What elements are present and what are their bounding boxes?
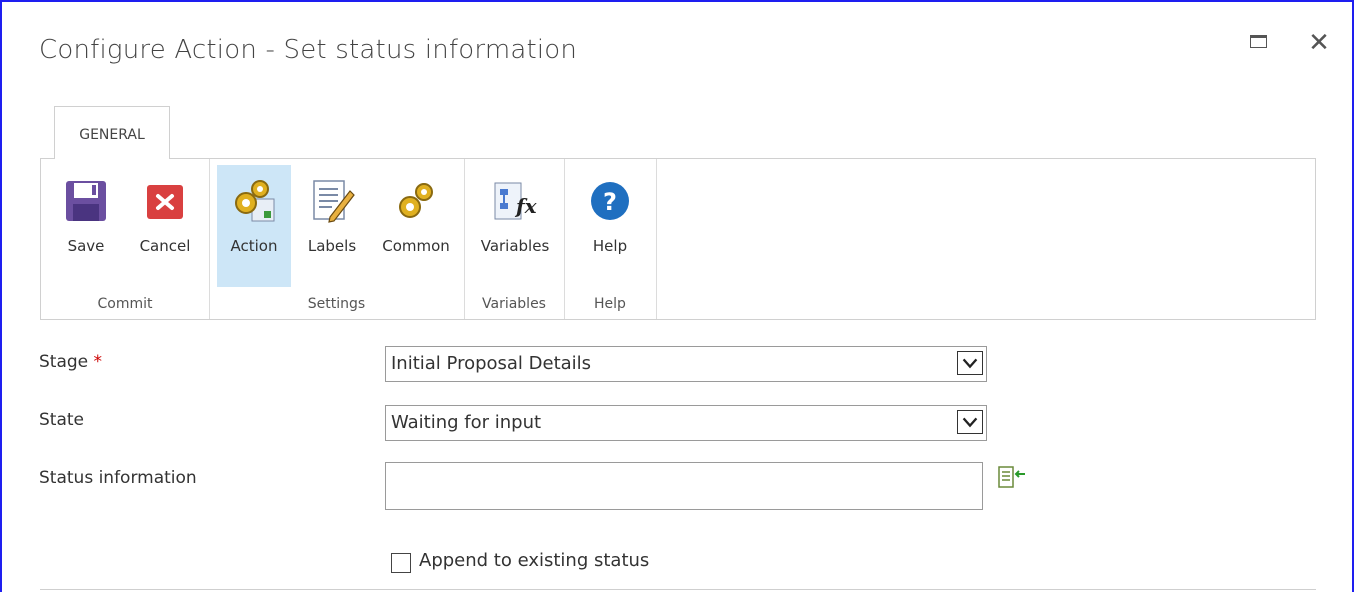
state-value: Waiting for input bbox=[391, 412, 542, 433]
save-button[interactable]: Save bbox=[53, 165, 119, 287]
status-information-input[interactable] bbox=[385, 462, 983, 510]
cancel-icon bbox=[147, 185, 183, 219]
status-information-label: Status information bbox=[39, 468, 197, 488]
action-label: Action bbox=[230, 237, 278, 255]
append-checkbox[interactable] bbox=[391, 553, 411, 573]
labels-button[interactable]: Labels bbox=[297, 165, 367, 287]
group-label-help: Help bbox=[594, 296, 626, 312]
action-button[interactable]: Action bbox=[217, 165, 291, 287]
state-select[interactable]: Waiting for input bbox=[385, 405, 987, 441]
ribbon-group-variables: fx Variables Variables bbox=[464, 159, 565, 319]
maximize-button[interactable] bbox=[1246, 30, 1272, 56]
ribbon-group-settings: Action Labels Common Settings bbox=[209, 159, 465, 319]
common-gears-icon bbox=[399, 183, 433, 218]
tab-general[interactable]: GENERAL bbox=[54, 106, 170, 159]
chevron-down-icon bbox=[957, 351, 983, 375]
variables-fx-icon: fx bbox=[494, 182, 538, 220]
close-icon: ✕ bbox=[1308, 28, 1330, 58]
save-label: Save bbox=[67, 237, 105, 255]
ribbon-group-help: ? Help Help bbox=[564, 159, 657, 319]
group-label-variables: Variables bbox=[482, 296, 546, 312]
help-icon: ? bbox=[591, 182, 629, 220]
required-mark: * bbox=[93, 352, 103, 372]
insert-reference-icon[interactable] bbox=[998, 466, 1026, 490]
state-label: State bbox=[39, 410, 84, 430]
action-gears-icon bbox=[235, 180, 275, 222]
help-label: Help bbox=[592, 237, 628, 255]
stage-value: Initial Proposal Details bbox=[391, 353, 592, 374]
ribbon-group-commit: Save Cancel Commit bbox=[41, 159, 210, 319]
chevron-down-icon bbox=[957, 410, 983, 434]
append-label[interactable]: Append to existing status bbox=[419, 550, 649, 571]
divider bbox=[40, 589, 1316, 590]
cancel-button[interactable]: Cancel bbox=[129, 165, 201, 287]
close-button[interactable]: ✕ bbox=[1306, 30, 1332, 56]
stage-label: Stage * bbox=[39, 352, 103, 372]
labels-pencil-icon bbox=[313, 180, 355, 223]
group-label-settings: Settings bbox=[307, 296, 366, 312]
save-icon bbox=[66, 181, 106, 221]
common-label: Common bbox=[382, 237, 450, 255]
cancel-label: Cancel bbox=[139, 237, 191, 255]
help-button[interactable]: ? Help bbox=[574, 165, 646, 287]
variables-label: Variables bbox=[480, 237, 550, 255]
dialog-title: Configure Action - Set status informatio… bbox=[39, 35, 578, 65]
stage-select[interactable]: Initial Proposal Details bbox=[385, 346, 987, 382]
group-label-commit: Commit bbox=[97, 296, 153, 312]
svg-text:?: ? bbox=[603, 188, 617, 216]
svg-text:fx: fx bbox=[514, 194, 538, 218]
ribbon: Save Cancel Commit Action Labels Common … bbox=[40, 158, 1316, 320]
labels-label: Labels bbox=[307, 237, 357, 255]
maximize-icon bbox=[1250, 35, 1267, 48]
common-button[interactable]: Common bbox=[373, 165, 459, 287]
variables-button[interactable]: fx Variables bbox=[474, 165, 556, 287]
